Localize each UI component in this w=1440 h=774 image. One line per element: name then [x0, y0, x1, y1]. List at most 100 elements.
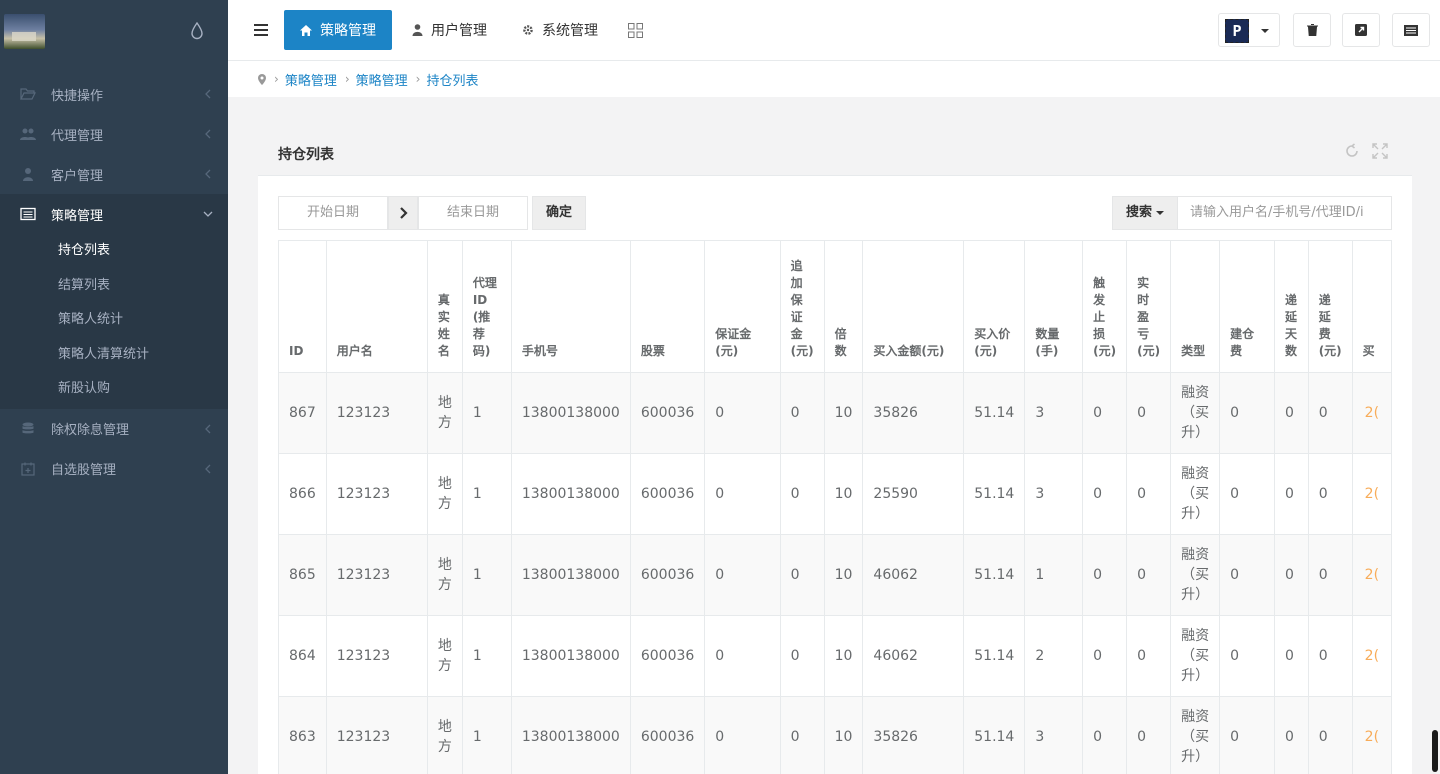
sidebar-item-agent-management[interactable]: 代理管理 — [0, 114, 228, 154]
table-cell: 600036 — [630, 696, 706, 774]
sidebar-item-strategy-management[interactable]: 策略管理 — [0, 194, 228, 234]
list-layout-icon — [1404, 24, 1418, 36]
table-cell: 0 — [780, 372, 825, 454]
table-row[interactable]: 864 123123 地方 1 13800138000 600036 0 0 10 46062 51… — [279, 615, 1392, 697]
tab-label: 系统管理 — [542, 23, 598, 39]
column-header[interactable]: ID — [279, 241, 327, 373]
theme-drop-icon[interactable] — [190, 22, 204, 40]
column-header[interactable]: 用户名 — [326, 241, 428, 373]
column-header[interactable]: 建仓费 — [1219, 241, 1275, 373]
table-cell: 1 — [462, 534, 512, 616]
page-scrollbar[interactable] — [1432, 730, 1438, 772]
chevron-right-icon: › — [274, 72, 279, 86]
sidebar-item-ex-rights-management[interactable]: 除权除息管理 — [0, 409, 228, 449]
external-link-button[interactable] — [1342, 13, 1380, 47]
table-cell: 51.14 — [963, 615, 1026, 697]
column-header[interactable]: 买入价(元) — [963, 241, 1026, 373]
column-header[interactable]: 买入金额(元) — [862, 241, 965, 373]
tab-user-management[interactable]: 用户管理 — [396, 10, 503, 50]
confirm-button[interactable]: 确定 — [532, 196, 586, 230]
table-cell: 3 — [1024, 696, 1084, 774]
user-icon — [412, 24, 423, 36]
submenu-item-strategist-clearing-stats[interactable]: 策略人清算统计 — [0, 338, 228, 373]
date-range-arrow — [388, 196, 418, 230]
column-header[interactable]: 类型 — [1170, 241, 1221, 373]
table-cell: 13800138000 — [511, 372, 631, 454]
clear-cache-button[interactable] — [1293, 13, 1331, 47]
submenu-item-strategist-stats[interactable]: 策略人统计 — [0, 303, 228, 338]
column-header[interactable]: 真实姓名 — [427, 241, 463, 373]
tab-strategy-management[interactable]: 策略管理 — [284, 10, 392, 50]
table-row[interactable]: 867 123123 地方 1 13800138000 600036 0 0 10 35826 51… — [279, 372, 1392, 454]
column-header[interactable]: 追加保证金(元) — [780, 241, 825, 373]
table-row[interactable]: 865 123123 地方 1 13800138000 600036 0 0 10 46062 51… — [279, 534, 1392, 616]
submenu-item-ipo-subscription[interactable]: 新股认购 — [0, 372, 228, 407]
table-cell: 600036 — [630, 534, 706, 616]
positions-panel: 持仓列表 开始日期 结束日期 确定 搜索 请输入用户名/手机号/代理ID/i I… — [258, 127, 1412, 774]
table-cell: 25590 — [862, 453, 965, 535]
search-dropdown-button[interactable]: 搜索 — [1112, 196, 1178, 230]
top-navbar: 策略管理 用户管理 系统管理 P — [228, 0, 1440, 61]
fullscreen-icon[interactable] — [1372, 143, 1388, 159]
table-cell: 1 — [462, 372, 512, 454]
breadcrumb-item[interactable]: 持仓列表 — [426, 70, 478, 89]
submenu-item-positions[interactable]: 持仓列表 — [0, 234, 228, 269]
end-date-input[interactable]: 结束日期 — [418, 196, 528, 230]
sidebar-item-watchlist-management[interactable]: 自选股管理 — [0, 449, 228, 489]
sidebar-item-customer-management[interactable]: 客户管理 — [0, 154, 228, 194]
column-header[interactable]: 递延费(元) — [1308, 241, 1353, 373]
table-cell: 123123 — [326, 696, 428, 774]
column-header[interactable]: 触发止损(元) — [1082, 241, 1128, 373]
table-cell: 融资（买升） — [1170, 615, 1221, 697]
table-cell: 10 — [824, 453, 864, 535]
table-cell: 0 — [1082, 453, 1128, 535]
table-cell: 2 — [1024, 615, 1084, 697]
table-cell: 地方 — [427, 453, 463, 535]
sidebar-header — [0, 0, 228, 62]
table-cell: 0 — [704, 453, 781, 535]
table-cell: 0 — [1219, 615, 1275, 697]
column-header[interactable]: 代理ID(推荐码) — [462, 241, 512, 373]
table-cell: 10 — [824, 696, 864, 774]
column-header[interactable]: 实时盈亏(元) — [1126, 241, 1172, 373]
user-avatar-dropdown[interactable]: P — [1218, 13, 1280, 47]
table-cell: 地方 — [427, 534, 463, 616]
table-cell: 51.14 — [963, 696, 1026, 774]
table-cell: 融资（买升） — [1170, 453, 1221, 535]
table-cell: 13800138000 — [511, 696, 631, 774]
table-cell: 0 — [1082, 534, 1128, 616]
table-cell: 867 — [279, 372, 327, 454]
column-header[interactable]: 倍数 — [824, 241, 864, 373]
logo-image[interactable] — [4, 14, 45, 49]
table-cell: 0 — [1308, 372, 1353, 454]
breadcrumb-item[interactable]: 策略管理 — [285, 70, 337, 89]
table-cell: 0 — [1219, 372, 1275, 454]
column-header[interactable]: 保证金(元) — [704, 241, 781, 373]
table-cell: 0 — [1308, 534, 1353, 616]
apps-grid-icon[interactable] — [628, 23, 643, 38]
table-cell: 123123 — [326, 372, 428, 454]
column-header[interactable]: 买 — [1352, 241, 1392, 373]
table-cell: 地方 — [427, 615, 463, 697]
table-row[interactable]: 866 123123 地方 1 13800138000 600036 0 0 10 25590 51… — [279, 453, 1392, 535]
table-cell: 10 — [824, 372, 864, 454]
table-cell: 地方 — [427, 372, 463, 454]
start-date-input[interactable]: 开始日期 — [278, 196, 388, 230]
layout-toggle-button[interactable] — [1392, 13, 1430, 47]
tab-system-management[interactable]: 系统管理 — [506, 10, 614, 50]
refresh-icon[interactable] — [1344, 143, 1360, 159]
column-header[interactable]: 手机号 — [511, 241, 631, 373]
table-cell: 1 — [462, 453, 512, 535]
table-cell: 0 — [1126, 534, 1172, 616]
table-cell: 2( — [1352, 696, 1392, 774]
search-input[interactable]: 请输入用户名/手机号/代理ID/i — [1177, 196, 1392, 230]
column-header[interactable]: 数量(手) — [1024, 241, 1084, 373]
hamburger-menu-icon[interactable] — [254, 24, 268, 36]
column-header[interactable]: 递延天数 — [1274, 241, 1309, 373]
caret-down-icon — [1261, 29, 1269, 33]
breadcrumb-item[interactable]: 策略管理 — [356, 70, 408, 89]
submenu-item-settlements[interactable]: 结算列表 — [0, 269, 228, 304]
sidebar-item-quick-actions[interactable]: 快捷操作 — [0, 74, 228, 114]
column-header[interactable]: 股票 — [630, 241, 706, 373]
table-row[interactable]: 863 123123 地方 1 13800138000 600036 0 0 10 35826 51… — [279, 696, 1392, 774]
